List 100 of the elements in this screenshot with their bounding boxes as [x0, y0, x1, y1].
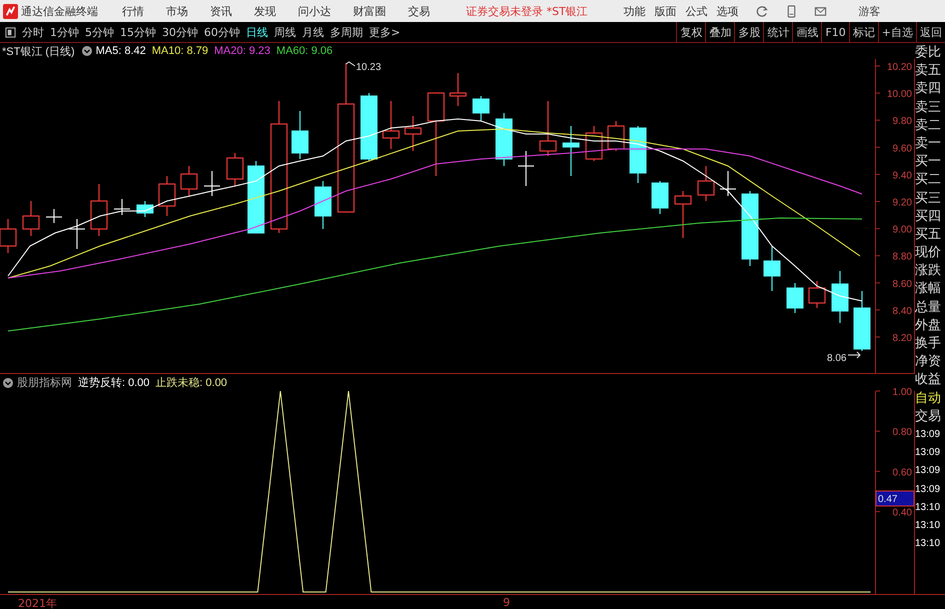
quote-label: 卖二 [915, 116, 942, 135]
period-tab[interactable]: 分时 [22, 24, 44, 40]
menu-item[interactable]: 交易 [408, 4, 430, 18]
login-status: 证券交易未登录 *ST银江 [466, 4, 588, 18]
quote-label: 13:10 [915, 500, 942, 515]
logo-icon [3, 4, 18, 18]
price-tick-label: 10.00 [886, 89, 912, 100]
quote-label: 13:10 [915, 537, 942, 552]
refresh-icon[interactable] [756, 4, 769, 18]
menu-item[interactable]: 发现 [254, 4, 276, 18]
candlestick [180, 166, 198, 196]
quote-label: 总量 [915, 298, 942, 317]
period-tab[interactable]: 日线 [246, 24, 268, 40]
phone-icon[interactable] [784, 4, 798, 18]
period-tab[interactable]: 30分钟 [162, 24, 198, 40]
menu-item[interactable]: 功能 [624, 4, 646, 18]
candlestick [22, 200, 40, 236]
quote-label: 净资 [915, 353, 942, 372]
period-tab[interactable]: 15分钟 [120, 24, 156, 40]
candlestick [136, 200, 154, 218]
date-label: 9 [503, 596, 510, 609]
menu-item[interactable]: 版面 [654, 4, 677, 18]
period-tab[interactable]: 更多> [369, 24, 400, 40]
candlestick [90, 184, 108, 236]
value-tick-label: 0.40 [892, 508, 912, 519]
candlestick [586, 126, 602, 162]
value-tick-label: 0.60 [892, 467, 912, 478]
period-tab[interactable]: 多周期 [330, 24, 363, 40]
menu-item[interactable]: 选项 [716, 4, 739, 18]
candlestick [226, 152, 244, 186]
tool-button[interactable]: 统计 [763, 22, 792, 42]
tool-button[interactable]: 复权 [676, 22, 706, 42]
mail-icon[interactable] [814, 4, 827, 18]
quote-label: 现价 [915, 244, 942, 262]
price-tick-label: 9.60 [892, 143, 912, 154]
dropdown-icon[interactable] [82, 46, 92, 56]
quote-label: 买一 [915, 153, 942, 172]
dropdown-icon[interactable] [3, 378, 13, 388]
period-tab[interactable]: 月线 [302, 24, 324, 40]
period-tab[interactable]: 1分钟 [50, 24, 79, 40]
candlestick [496, 112, 512, 166]
menu-item[interactable]: 资讯 [210, 4, 232, 18]
candlestick [472, 96, 490, 122]
price-tick-label: 8.40 [892, 306, 912, 317]
candlestick [204, 170, 220, 196]
candlestick [652, 180, 668, 214]
price-tick-label: 9.00 [892, 224, 912, 236]
price-tick-label: 10.20 [886, 62, 912, 73]
indicator-value: MA60: 9.06 [276, 45, 333, 57]
candlestick [540, 100, 556, 156]
quote-label: 买三 [915, 190, 942, 208]
quote-label: 涨幅 [915, 280, 942, 298]
quote-label: 外盘 [915, 316, 942, 335]
candlestick [562, 126, 580, 176]
indicator-value: MA10: 8.79 [152, 45, 208, 57]
menu-item[interactable]: 市场 [166, 4, 188, 18]
indicator-value: MA5: 8.42 [96, 45, 146, 57]
menu-item[interactable]: 公式 [686, 4, 708, 18]
quote-label: 换手 [915, 335, 942, 353]
quote-label: 买五 [915, 226, 942, 244]
period-tab[interactable]: 5分钟 [85, 24, 114, 40]
candlestick [158, 176, 176, 216]
value-tick-label: 1.00 [892, 387, 912, 398]
quote-label: 13:09 [915, 446, 942, 460]
candlestick [46, 208, 62, 224]
indicator-value: MA20: 9.23 [214, 45, 270, 57]
price-tick-label: 8.80 [892, 252, 912, 263]
quote-label: 收益 [915, 371, 942, 390]
candlestick [720, 170, 736, 196]
menu-item[interactable]: 财富圈 [353, 4, 386, 18]
cursor-value-tag [876, 490, 914, 506]
candlestick [360, 92, 378, 162]
menu-item[interactable]: 问小达 [298, 4, 331, 18]
tool-button[interactable]: 多股 [734, 22, 764, 42]
candlestick [764, 246, 780, 292]
period-tab[interactable]: 60分钟 [204, 24, 240, 40]
date-label: 2021年 [18, 596, 57, 609]
panel-toggle-icon[interactable] [5, 26, 16, 38]
candlestick [832, 270, 848, 324]
candlestick [114, 198, 130, 216]
cursor-value: 0.47 [878, 494, 898, 505]
candlestick [786, 282, 804, 314]
price-tick-label: 9.20 [892, 198, 912, 208]
candlestick [450, 72, 466, 106]
user-name[interactable]: 游客 [858, 4, 881, 18]
candlestick [68, 218, 86, 250]
candlestick [808, 280, 826, 308]
app-title: 通达信金融终端 [21, 4, 98, 18]
quote-label: 卖三 [915, 98, 942, 117]
period-tab[interactable]: 周线 [274, 24, 296, 40]
high-label: 10.23 [356, 62, 382, 73]
tool-button[interactable]: +自选 [878, 22, 916, 42]
menu-item[interactable]: 行情 [122, 4, 144, 18]
low-arrow-icon [848, 352, 861, 358]
price-tick-label: 8.20 [892, 333, 912, 344]
quote-label: 13:09 [915, 428, 942, 442]
quote-label: 买二 [915, 171, 942, 190]
candlestick [518, 150, 534, 186]
value-tick-label: 0.80 [892, 427, 912, 438]
price-tick-label: 8.60 [892, 278, 912, 290]
